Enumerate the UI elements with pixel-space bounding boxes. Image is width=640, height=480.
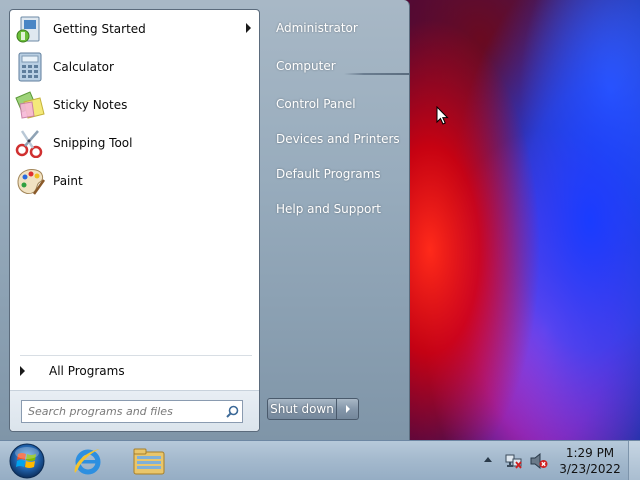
getting-started-icon (13, 12, 47, 46)
right-link-devices-and-printers[interactable]: Devices and Printers (268, 126, 403, 152)
programs-pane: Getting Started Calculator Sticky Notes … (9, 9, 260, 432)
search-box[interactable] (21, 400, 243, 423)
right-link-default-programs[interactable]: Default Programs (268, 161, 403, 187)
taskbar-internet-explorer[interactable] (59, 442, 117, 479)
start-orb[interactable] (6, 441, 48, 480)
calculator-icon (13, 50, 47, 84)
right-link-computer[interactable]: Computer (268, 53, 403, 79)
clock-time: 1:29 PM (565, 446, 615, 460)
program-snipping-tool[interactable]: Snipping Tool (12, 125, 257, 161)
program-label: Paint (53, 174, 83, 188)
shutdown-button[interactable]: Shut down (267, 398, 337, 420)
clock[interactable]: 1:29 PM 3/23/2022 (558, 445, 622, 477)
windows-explorer-icon (133, 448, 165, 474)
taskbar-windows-explorer[interactable] (120, 442, 178, 479)
all-programs-button[interactable]: All Programs (12, 360, 257, 382)
show-desktop-button[interactable] (628, 441, 640, 480)
windows-logo-icon (9, 443, 45, 479)
right-pane-divider (344, 73, 410, 75)
right-link-control-panel[interactable]: Control Panel (268, 91, 403, 117)
snipping-tool-icon (13, 126, 47, 160)
search-icon[interactable] (222, 401, 242, 422)
network-disconnected-icon[interactable] (505, 453, 523, 469)
clock-date: 3/23/2022 (559, 462, 621, 476)
search-area (10, 390, 259, 431)
chevron-right-icon (345, 405, 350, 413)
mouse-cursor-icon (436, 106, 449, 125)
program-sticky-notes[interactable]: Sticky Notes (12, 87, 257, 123)
program-getting-started[interactable]: Getting Started (12, 11, 257, 47)
all-programs-divider (20, 355, 252, 356)
program-label: Snipping Tool (53, 136, 133, 150)
start-menu: Getting Started Calculator Sticky Notes … (0, 0, 410, 440)
taskbar: 1:29 PM 3/23/2022 (0, 440, 640, 480)
all-programs-label: All Programs (49, 364, 125, 378)
submenu-arrow-icon[interactable] (246, 23, 251, 33)
shutdown-group: Shut down (267, 398, 359, 420)
program-calculator[interactable]: Calculator (12, 49, 257, 85)
program-label: Calculator (53, 60, 114, 74)
program-label: Sticky Notes (53, 98, 128, 112)
right-link-administrator[interactable]: Administrator (268, 15, 403, 41)
shutdown-options-button[interactable] (337, 398, 359, 420)
chevron-right-icon (20, 366, 25, 376)
program-paint[interactable]: Paint (12, 163, 257, 199)
right-link-help-and-support[interactable]: Help and Support (268, 196, 403, 222)
sticky-notes-icon (13, 88, 47, 122)
search-input[interactable] (22, 401, 222, 422)
program-label: Getting Started (53, 22, 146, 36)
internet-explorer-icon (74, 448, 101, 474)
volume-muted-icon[interactable] (530, 453, 548, 469)
paint-icon (13, 164, 47, 198)
show-hidden-icons-chevron-icon[interactable] (484, 457, 492, 462)
